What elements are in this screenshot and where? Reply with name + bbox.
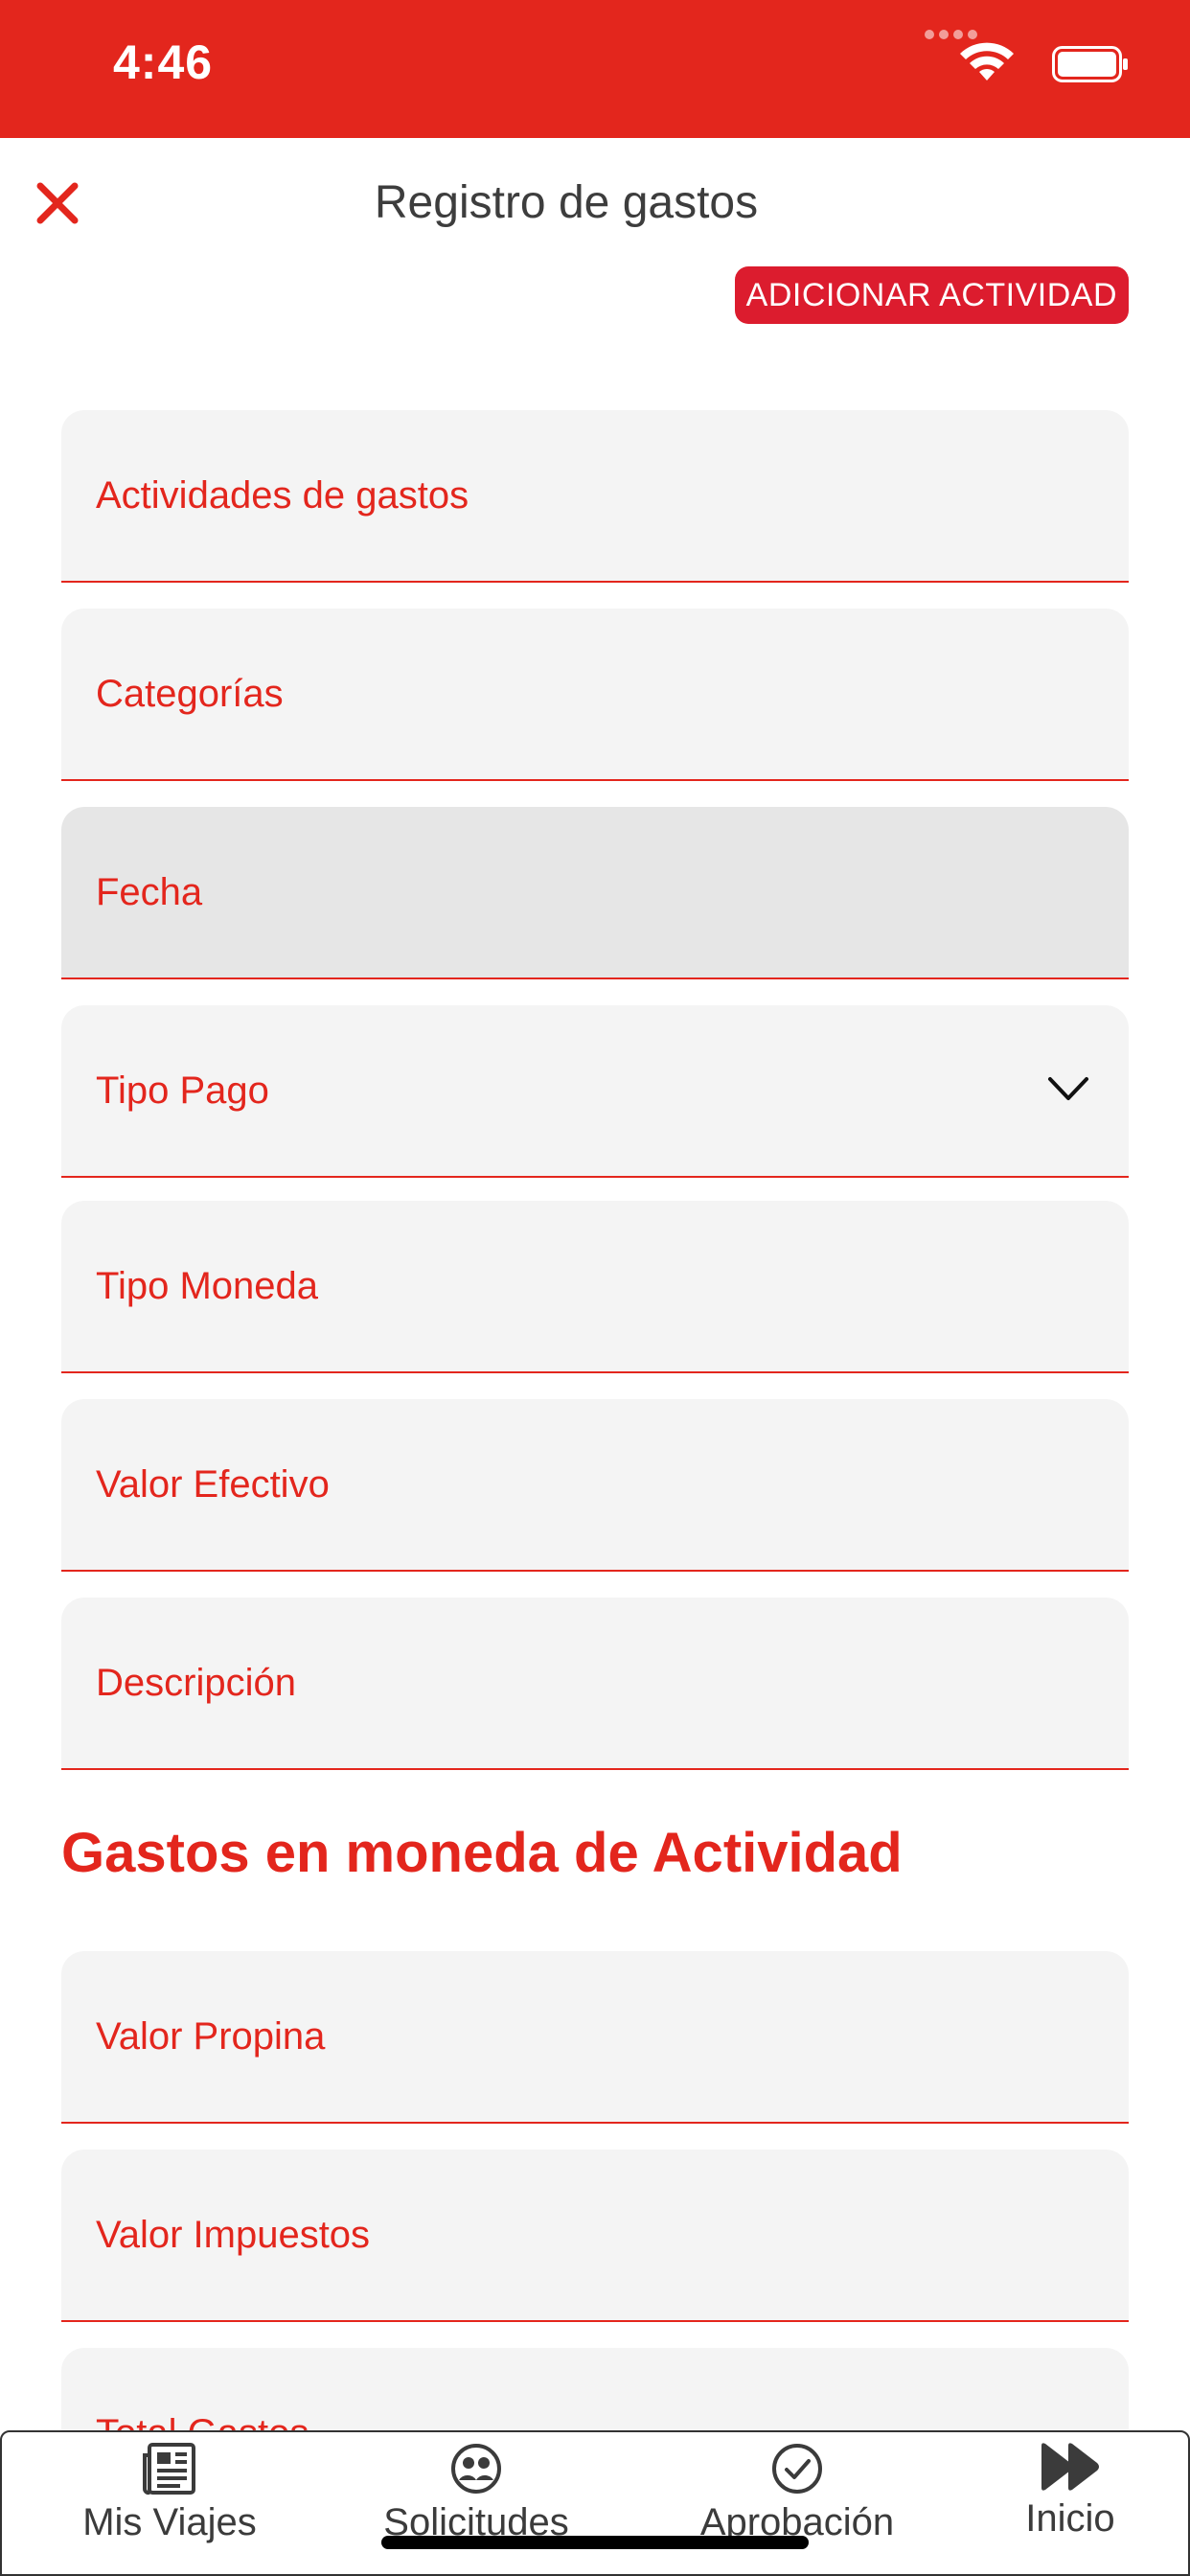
- tab-inicio[interactable]: Inicio: [974, 2432, 1166, 2576]
- currency-type-field[interactable]: Tipo Moneda: [61, 1201, 1129, 1373]
- field-label: Tipo Pago: [96, 1070, 269, 1112]
- field-label: Categorías: [96, 673, 284, 715]
- newspaper-icon: [143, 2443, 195, 2496]
- page-title: Registro de gastos: [374, 177, 759, 228]
- battery-icon: [1052, 46, 1128, 82]
- tab-label: Inicio: [1025, 2497, 1115, 2540]
- description-field[interactable]: Descripción: [61, 1598, 1129, 1770]
- tab-label: Mis Viajes: [82, 2501, 257, 2543]
- home-indicator: [381, 2536, 809, 2549]
- check-circle-icon: [772, 2444, 822, 2494]
- chevron-down-icon: [1048, 1077, 1088, 1100]
- field-label: Valor Impuestos: [96, 2214, 371, 2256]
- signal-icon: [925, 27, 984, 40]
- tip-value-field[interactable]: Valor Propina: [61, 1951, 1129, 2124]
- field-label: Tipo Moneda: [96, 1265, 318, 1307]
- field-label: Actividades de gastos: [96, 474, 469, 517]
- field-label: Descripción: [96, 1662, 296, 1704]
- date-field[interactable]: Fecha: [61, 807, 1129, 979]
- categories-field[interactable]: Categorías: [61, 609, 1129, 781]
- expense-activities-field[interactable]: Actividades de gastos: [61, 410, 1129, 583]
- section-heading: Gastos en moneda de Actividad: [61, 1822, 903, 1884]
- cash-value-field[interactable]: Valor Efectivo: [61, 1399, 1129, 1572]
- bottom-tab-bar: Mis Viajes Solicitudes Aprobación Inicio: [0, 2430, 1190, 2576]
- field-label: Valor Propina: [96, 2015, 326, 2058]
- fast-forward-icon: [1041, 2443, 1099, 2491]
- tab-mis-viajes[interactable]: Mis Viajes: [50, 2432, 289, 2576]
- tax-value-field[interactable]: Valor Impuestos: [61, 2150, 1129, 2322]
- add-activity-button[interactable]: ADICIONAR ACTIVIDAD: [734, 266, 1129, 324]
- tab-aprobacion[interactable]: Aprobación: [677, 2432, 917, 2576]
- payment-type-select[interactable]: Tipo Pago: [61, 1005, 1129, 1178]
- tab-solicitudes[interactable]: Solicitudes: [356, 2432, 596, 2576]
- status-time: 4:46: [113, 35, 214, 89]
- status-bar: 4:46: [0, 0, 1190, 138]
- wifi-icon: [960, 42, 1014, 80]
- users-icon: [451, 2444, 501, 2494]
- field-label: Valor Efectivo: [96, 1463, 330, 1506]
- field-label: Fecha: [96, 871, 203, 913]
